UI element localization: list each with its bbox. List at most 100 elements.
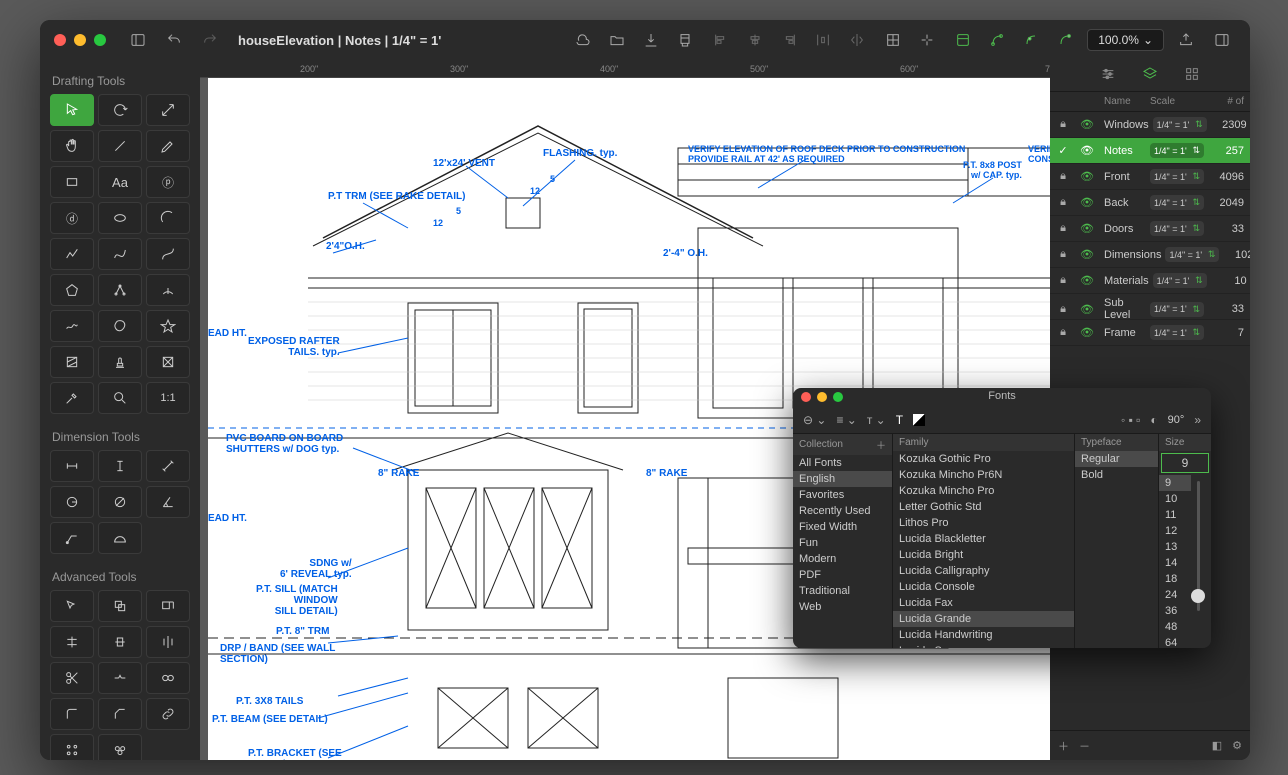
- scale-select[interactable]: 1/4" = 1'⇅: [1150, 195, 1204, 210]
- adv-break-tool[interactable]: [98, 662, 142, 694]
- cloud-icon[interactable]: [569, 26, 597, 54]
- annot-sill-match[interactable]: P.T. SILL (MATCH WINDOW SILL DETAIL): [256, 584, 338, 617]
- zoom-window[interactable]: [94, 34, 106, 46]
- folder-icon[interactable]: [603, 26, 631, 54]
- scale-select[interactable]: 1/4" = 1'⇅: [1150, 169, 1204, 184]
- layer-row[interactable]: ✓👁︎Notes1/4" = 1'⇅257: [1050, 138, 1250, 164]
- print-icon[interactable]: [671, 26, 699, 54]
- inspector-toggle-icon[interactable]: [1208, 26, 1236, 54]
- lock-icon[interactable]: 🔒︎: [1056, 303, 1070, 316]
- annot-rafter[interactable]: EXPOSED RAFTER TAILS. typ.: [248, 336, 340, 358]
- download-icon[interactable]: [637, 26, 665, 54]
- tab-grid-icon[interactable]: [1184, 66, 1200, 85]
- annot-dim5a[interactable]: 5: [456, 206, 461, 216]
- spline-tool[interactable]: [98, 238, 142, 270]
- adv-mirror-tool[interactable]: [146, 626, 190, 658]
- star-tool[interactable]: [146, 310, 190, 342]
- zoom-tool[interactable]: [98, 382, 142, 414]
- pan-tool[interactable]: [50, 130, 94, 162]
- families-item[interactable]: Lucida Fax: [893, 595, 1074, 611]
- collections-item[interactable]: Traditional: [793, 583, 892, 599]
- zoom-display[interactable]: 100.0% ⌄: [1087, 29, 1164, 51]
- fonts-panel[interactable]: Fonts ⊖ ⌄ ≡ ⌄ ᴛ ⌄ T ◦ ▪ ▫ ◐ 90° » Collec…: [793, 388, 1211, 648]
- adv-cut-tool[interactable]: [50, 662, 94, 694]
- collections-item[interactable]: Fixed Width: [793, 519, 892, 535]
- adv-join-tool[interactable]: [146, 662, 190, 694]
- families-item[interactable]: Lucida Handwriting: [893, 627, 1074, 643]
- adv-group-tool[interactable]: [98, 734, 142, 760]
- scale-tool[interactable]: [146, 94, 190, 126]
- rect-tool[interactable]: [50, 166, 94, 198]
- annot-head-ht-2[interactable]: EAD HT.: [208, 513, 247, 524]
- adv-copy-tool[interactable]: [98, 590, 142, 622]
- layer-row[interactable]: 🔒︎👁︎Doors1/4" = 1'⇅33: [1050, 216, 1250, 242]
- stamp-tool[interactable]: [98, 346, 142, 378]
- zoom-11-tool[interactable]: 1:1: [146, 382, 190, 414]
- collections-item[interactable]: All Fonts: [793, 455, 892, 471]
- visibility-icon[interactable]: 👁︎: [1080, 222, 1094, 235]
- lock-icon[interactable]: 🔒︎: [1056, 326, 1070, 339]
- collections-item[interactable]: Modern: [793, 551, 892, 567]
- sizes-item[interactable]: 36: [1159, 603, 1191, 619]
- families-item[interactable]: Lucida Grande: [893, 611, 1074, 627]
- annot-sdng[interactable]: SDNG w/ 6' REVEAL typ.: [280, 558, 352, 580]
- sizes-item[interactable]: 24: [1159, 587, 1191, 603]
- dim-linear-tool[interactable]: [50, 450, 94, 482]
- text-case-picker[interactable]: ᴛ ⌄: [867, 413, 886, 427]
- distribute-h-icon[interactable]: [809, 26, 837, 54]
- dim-aligned-tool[interactable]: [146, 450, 190, 482]
- sizes-item[interactable]: 12: [1159, 523, 1191, 539]
- collections-item[interactable]: Favorites: [793, 487, 892, 503]
- annot-bracket[interactable]: P.T. BRACKET (SEE DETAIL): [248, 748, 342, 760]
- layer-filter-icon[interactable]: ◧: [1212, 739, 1222, 752]
- sizes-item[interactable]: 64: [1159, 635, 1191, 648]
- tab-properties-icon[interactable]: [1100, 66, 1116, 85]
- guides-icon[interactable]: [949, 26, 977, 54]
- lock-icon[interactable]: 🔒︎: [1056, 274, 1070, 287]
- fonts-zoom[interactable]: [833, 392, 843, 402]
- sizes-item[interactable]: 13: [1159, 539, 1191, 555]
- sizes-item[interactable]: 10: [1159, 491, 1191, 507]
- grid-icon[interactable]: [879, 26, 907, 54]
- dim-diameter-tool[interactable]: [98, 486, 142, 518]
- text-color-icon[interactable]: T: [896, 413, 903, 427]
- close-window[interactable]: [54, 34, 66, 46]
- arc3-tool[interactable]: [98, 274, 142, 306]
- dim-radius-tool[interactable]: [50, 486, 94, 518]
- text-align-picker[interactable]: ≡ ⌄: [836, 413, 856, 427]
- align-left-icon[interactable]: [707, 26, 735, 54]
- layer-row[interactable]: 🔒︎👁︎Frame1/4" = 1'⇅7: [1050, 320, 1250, 346]
- cross-tool[interactable]: [146, 346, 190, 378]
- text-bg-icon[interactable]: [913, 414, 925, 426]
- share-icon[interactable]: [1172, 26, 1200, 54]
- layer-row[interactable]: 🔒︎👁︎Materials1/4" = 1'⇅10: [1050, 268, 1250, 294]
- hatch-tool[interactable]: [50, 346, 94, 378]
- families-item[interactable]: Lucida Sans: [893, 643, 1074, 648]
- minimize-window[interactable]: [74, 34, 86, 46]
- families-item[interactable]: Lithos Pro: [893, 515, 1074, 531]
- annot-oh24b[interactable]: 2'-4" O.H.: [663, 248, 708, 259]
- redo-icon[interactable]: [196, 26, 224, 54]
- typefaces-list[interactable]: Typeface RegularBold: [1075, 434, 1159, 648]
- visibility-icon[interactable]: 👁︎: [1080, 144, 1094, 157]
- annot-pvc[interactable]: PVC BOARD ON BOARD SHUTTERS w/ DOG typ.: [226, 433, 343, 455]
- collections-item[interactable]: English: [793, 471, 892, 487]
- annot-rake-a[interactable]: 8" RAKE: [378, 468, 419, 479]
- families-item[interactable]: Lucida Bright: [893, 547, 1074, 563]
- visibility-icon[interactable]: 👁︎: [1080, 118, 1094, 131]
- pen-tool[interactable]: [146, 130, 190, 162]
- layer-row[interactable]: 🔒︎👁︎Dimensions1/4" = 1'⇅1025: [1050, 242, 1250, 268]
- polygon-tool[interactable]: [50, 274, 94, 306]
- flip-h-icon[interactable]: [843, 26, 871, 54]
- families-list[interactable]: Family Kozuka Gothic ProKozuka Mincho Pr…: [893, 434, 1075, 648]
- dim-vertical-tool[interactable]: [98, 450, 142, 482]
- collections-item[interactable]: PDF: [793, 567, 892, 583]
- collections-item[interactable]: Fun: [793, 535, 892, 551]
- annot-verify-const[interactable]: VERIFY CONST: [1028, 144, 1050, 164]
- annot-pt8trm[interactable]: P.T. 8" TRM: [276, 626, 329, 637]
- scale-select[interactable]: 1/4" = 1'⇅: [1150, 143, 1204, 158]
- visibility-icon[interactable]: 👁︎: [1080, 248, 1094, 261]
- scale-select[interactable]: 1/4" = 1'⇅: [1153, 117, 1207, 132]
- tab-layers-icon[interactable]: [1142, 66, 1158, 85]
- sizes-item[interactable]: 14: [1159, 555, 1191, 571]
